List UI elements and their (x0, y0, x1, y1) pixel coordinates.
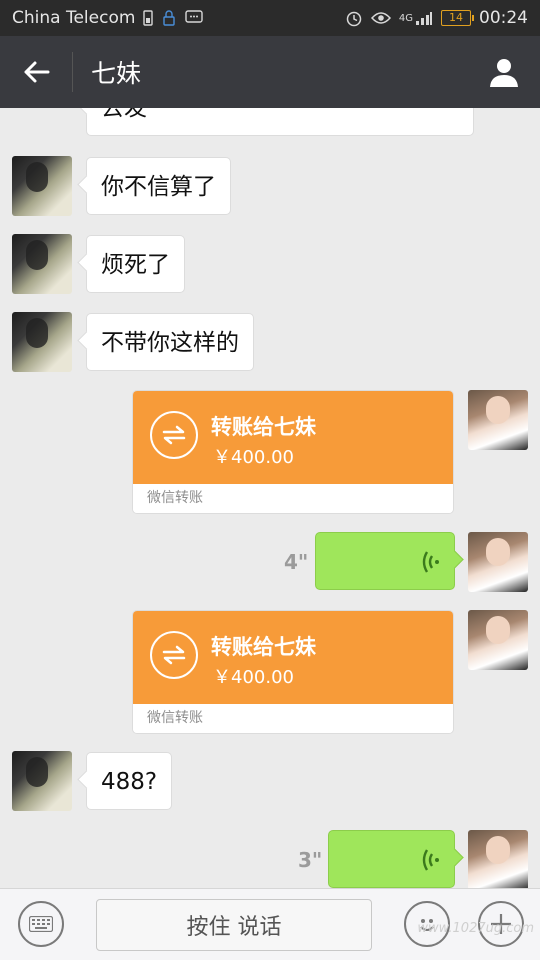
message-bubble-incoming[interactable]: 你不信算了 (86, 157, 231, 215)
transfer-footer: 微信转账 (133, 484, 453, 513)
keyboard-toggle-button[interactable] (18, 901, 64, 947)
message-icon (185, 10, 204, 26)
sim-icon (143, 10, 154, 26)
person-icon (490, 59, 518, 87)
avatar-contact[interactable] (12, 234, 72, 294)
signal-icon: 4G (399, 10, 433, 26)
avatar-self[interactable] (468, 532, 528, 592)
clock-label: 00:24 (479, 8, 528, 28)
back-arrow-icon (24, 61, 50, 83)
avatar-contact[interactable] (12, 312, 72, 372)
message-bubble-incoming[interactable]: 去发 (86, 108, 474, 136)
voice-message-bubble[interactable] (328, 830, 455, 888)
message-text: 488? (101, 769, 158, 795)
transfer-amount: ￥400.00 (213, 667, 294, 688)
avatar-self[interactable] (468, 610, 528, 670)
message-text: 烦死了 (101, 252, 170, 278)
eye-icon (370, 11, 391, 25)
transfer-card[interactable]: 转账给七妹 ￥400.00 微信转账 (132, 610, 454, 734)
message-bubble-incoming[interactable]: 不带你这样的 (86, 313, 254, 371)
transfer-card-body: 转账给七妹 ￥400.00 (133, 611, 453, 704)
hold-to-talk-button[interactable]: 按住 说话 (96, 899, 372, 951)
avatar-contact[interactable] (12, 156, 72, 216)
chat-title: 七妹 (91, 59, 142, 88)
chat-info-button[interactable] (468, 36, 540, 108)
voice-duration: 3" (298, 848, 323, 872)
back-button[interactable] (0, 36, 72, 108)
status-bar: China Telecom 4G 14 00:24 (0, 0, 540, 36)
transfer-amount: ￥400.00 (213, 447, 294, 468)
message-text: 你不信算了 (101, 174, 216, 200)
avatar-self[interactable] (468, 390, 528, 450)
chat-area[interactable]: 去发 你不信算了 烦死了 不带你这样的 转账给七妹 ￥400.00 微信转账 4… (0, 108, 540, 888)
avatar-contact[interactable] (12, 751, 72, 811)
avatar-self[interactable] (468, 830, 528, 888)
transfer-arrows-icon (150, 631, 198, 679)
carrier-label: China Telecom (12, 8, 136, 28)
transfer-footer: 微信转账 (133, 704, 453, 733)
chat-header: 七妹 (0, 36, 540, 108)
message-text: 去发 (101, 108, 147, 121)
transfer-arrows-icon (150, 411, 198, 459)
voice-wave-icon (422, 849, 439, 871)
network-type-label: 4G (398, 12, 413, 24)
voice-wave-icon (422, 551, 439, 573)
message-bubble-incoming[interactable]: 烦死了 (86, 235, 185, 293)
transfer-title: 转账给七妹 (211, 635, 316, 659)
transfer-title: 转账给七妹 (211, 415, 316, 439)
battery-icon: 14 (441, 10, 474, 26)
transfer-card-body: 转账给七妹 ￥400.00 (133, 391, 453, 484)
keyboard-icon (29, 916, 53, 932)
message-bubble-incoming[interactable]: 488? (86, 752, 173, 810)
transfer-card[interactable]: 转账给七妹 ￥400.00 微信转账 (132, 390, 454, 514)
voice-duration: 4" (284, 550, 309, 574)
watermark-text: www.1027ug.com (417, 921, 534, 936)
header-divider (72, 52, 73, 92)
alarm-icon (345, 9, 363, 27)
voice-message-bubble[interactable] (315, 532, 455, 590)
message-text: 不带你这样的 (101, 330, 239, 356)
vpn-lock-icon (161, 10, 177, 26)
input-bar: 按住 说话 www.1027ug.com (0, 888, 540, 960)
